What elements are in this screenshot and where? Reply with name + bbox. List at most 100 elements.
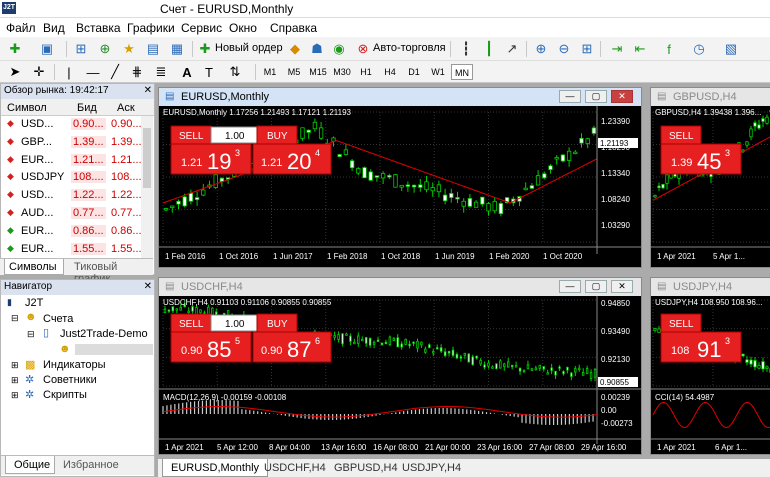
timeframe-mn[interactable]: MN <box>451 64 473 80</box>
market-icon[interactable]: ◉ <box>330 40 348 58</box>
minimize-button[interactable]: — <box>559 280 581 293</box>
column-ask[interactable]: Аск <box>117 102 135 114</box>
tab-eurusd[interactable]: EURUSD,Monthly <box>162 459 269 477</box>
fibonacci-icon[interactable]: ≣ <box>152 63 170 81</box>
market-watch-row[interactable]: ◆ EUR... 1.21... 1.21... <box>1 152 142 170</box>
menu-view[interactable]: Вид <box>43 21 65 35</box>
tab-usdjpy[interactable]: USDJPY,H4 <box>402 462 461 474</box>
strategy-tester-icon[interactable]: ▦ <box>168 40 186 58</box>
market-watch-row[interactable]: ◆ USD... 0.90... 0.90... <box>1 116 142 134</box>
new-order-button[interactable]: Новый ордер <box>215 42 283 54</box>
tab-usdchf[interactable]: USDCHF,H4 <box>264 462 326 474</box>
tab-favorites[interactable]: Избранное <box>63 459 119 471</box>
one-click-trading-panel[interactable]: SELL 1.21 19 3 1.00 BUY 1.21 20 4 <box>170 125 332 175</box>
new-chart-icon[interactable]: ✚ <box>6 40 24 58</box>
close-icon[interactable]: ✕ <box>144 85 152 96</box>
timeframe-m30[interactable]: M30 <box>331 64 353 80</box>
column-bid[interactable]: Бид <box>77 102 97 114</box>
auto-trading-button[interactable]: Авто-торговля <box>373 42 446 54</box>
profiles-icon[interactable]: ▣ <box>38 40 56 58</box>
templates-icon[interactable]: ▧ <box>722 40 740 58</box>
menu-file[interactable]: Файл <box>6 21 36 35</box>
menu-charts[interactable]: Графики <box>127 21 175 35</box>
timeframe-d1[interactable]: D1 <box>403 64 425 80</box>
vertical-line-icon[interactable]: | <box>60 63 78 81</box>
nav-indicators[interactable]: Индикаторы <box>43 359 106 371</box>
timeframe-m15[interactable]: M15 <box>307 64 329 80</box>
one-click-trading-panel[interactable]: SELL 0.90 85 5 1.00 BUY 0.90 87 6 <box>170 313 332 363</box>
market-watch-row[interactable]: ◆ USDJPY 108.... 108.... <box>1 169 142 187</box>
chart-window-usdchf[interactable]: ▤ USDCHF,H4 — ▢ ✕ 0.94850 0.93490 0.92130 0… <box>158 277 642 455</box>
menu-tools[interactable]: Сервис <box>181 21 222 35</box>
timeframe-h4[interactable]: H4 <box>379 64 401 80</box>
redacted-account[interactable] <box>75 344 153 355</box>
tab-common[interactable]: Общие <box>5 456 55 474</box>
collapse-icon[interactable]: ⊟ <box>11 313 19 324</box>
price-chart[interactable]: 1.233901.182901.133401.082401.032901.211… <box>159 106 641 267</box>
new-order-icon[interactable]: ✚ <box>196 40 214 58</box>
menu-insert[interactable]: Вставка <box>76 21 121 35</box>
market-watch-row[interactable]: ◆ AUD... 0.77... 0.77... <box>1 205 142 223</box>
chart-shift-icon[interactable]: ⇤ <box>631 40 649 58</box>
column-symbol[interactable]: Символ <box>7 102 47 114</box>
price-chart[interactable]: 0.948500.934900.921300.90855MACD(12,26,9… <box>159 296 641 454</box>
terminal-icon[interactable]: ▤ <box>144 40 162 58</box>
scrollbar[interactable] <box>141 116 153 258</box>
bar-chart-icon[interactable]: ┇ <box>457 40 475 58</box>
nav-scripts[interactable]: Скрипты <box>43 389 87 401</box>
arrows-icon[interactable]: ⇅ <box>226 63 244 81</box>
expand-icon[interactable]: ⊞ <box>11 375 19 386</box>
auto-trading-icon[interactable]: ⊗ <box>354 40 372 58</box>
one-click-trading-panel[interactable]: SELL 108 91 3 <box>660 313 742 363</box>
chart-window-gbpusd[interactable]: ▤ GBPUSD,H4 1 Apr 2021 5 Apr 1... GBPUSD,H… <box>650 87 770 268</box>
nav-server[interactable]: Just2Trade-Demo <box>60 328 148 340</box>
expand-icon[interactable]: ⊞ <box>11 390 19 401</box>
text-icon[interactable]: A <box>178 63 196 81</box>
menu-window[interactable]: Окно <box>229 21 257 35</box>
crosshair-icon[interactable]: ✛ <box>30 63 48 81</box>
price-chart[interactable]: CCI(14) 54.4987 1 Apr 2021 6 Apr 1... USDJP… <box>651 296 770 454</box>
indicators-icon[interactable]: f <box>660 40 678 58</box>
channel-icon[interactable]: ⋕ <box>128 63 146 81</box>
timeframe-w1[interactable]: W1 <box>427 64 449 80</box>
nav-accounts[interactable]: Счета <box>43 313 73 325</box>
market-watch-row[interactable]: ◆ EUR... 0.86... 0.86... <box>1 223 142 241</box>
tab-symbols[interactable]: Символы <box>4 259 64 275</box>
zoom-out-icon[interactable]: ⊖ <box>555 40 573 58</box>
expand-icon[interactable]: ⊞ <box>11 360 19 371</box>
text-label-icon[interactable]: T <box>200 63 218 81</box>
market-watch-row[interactable]: ◆ GBP... 1.39... 1.39... <box>1 134 142 152</box>
collapse-icon[interactable]: ⊟ <box>27 329 35 340</box>
tile-windows-icon[interactable]: ⊞ <box>578 40 596 58</box>
periods-icon[interactable]: ◷ <box>690 40 708 58</box>
market-watch-row[interactable]: ◆ EUR... 1.55... 1.55... <box>1 241 142 259</box>
chart-window-usdjpy[interactable]: ▤ USDJPY,H4 CCI(14) 54.4987 1 Apr 2021 6 A… <box>650 277 770 455</box>
line-chart-icon[interactable]: ↗ <box>503 40 521 58</box>
zoom-in-icon[interactable]: ⊕ <box>532 40 550 58</box>
menu-help[interactable]: Справка <box>270 21 317 35</box>
horizontal-line-icon[interactable]: — <box>84 63 102 81</box>
market-watch-icon[interactable]: ⊞ <box>72 40 90 58</box>
data-window-icon[interactable]: ⊕ <box>96 40 114 58</box>
timeframe-m5[interactable]: M5 <box>283 64 305 80</box>
close-button[interactable]: ✕ <box>611 90 633 103</box>
timeframe-h1[interactable]: H1 <box>355 64 377 80</box>
price-chart[interactable]: 1 Apr 2021 5 Apr 1... GBPUSD,H4 1.39438 1.… <box>651 106 770 267</box>
nav-advisors[interactable]: Советники <box>43 374 97 386</box>
maximize-button[interactable]: ▢ <box>585 280 607 293</box>
nav-root[interactable]: J2T <box>25 297 43 309</box>
metaeditor-icon[interactable]: ◆ <box>286 40 304 58</box>
navigator-icon[interactable]: ★ <box>120 40 138 58</box>
signals-icon[interactable]: ☗ <box>308 40 326 58</box>
timeframe-m1[interactable]: M1 <box>259 64 281 80</box>
market-watch-row[interactable]: ◆ USD... 1.22... 1.22... <box>1 187 142 205</box>
close-button[interactable]: ✕ <box>611 280 633 293</box>
candlestick-icon[interactable]: ┃ <box>480 40 498 58</box>
trendline-icon[interactable]: ╱ <box>106 63 124 81</box>
chart-window-eurusd[interactable]: ▤ EURUSD,Monthly — ▢ ✕ 1.233901.182901.1… <box>158 87 642 268</box>
close-icon[interactable]: ✕ <box>144 281 152 292</box>
cursor-icon[interactable]: ➤ <box>6 63 24 81</box>
one-click-trading-panel[interactable]: SELL 1.39 45 3 <box>660 125 742 175</box>
minimize-button[interactable]: — <box>559 90 581 103</box>
tab-gbpusd[interactable]: GBPUSD,H4 <box>334 462 398 474</box>
